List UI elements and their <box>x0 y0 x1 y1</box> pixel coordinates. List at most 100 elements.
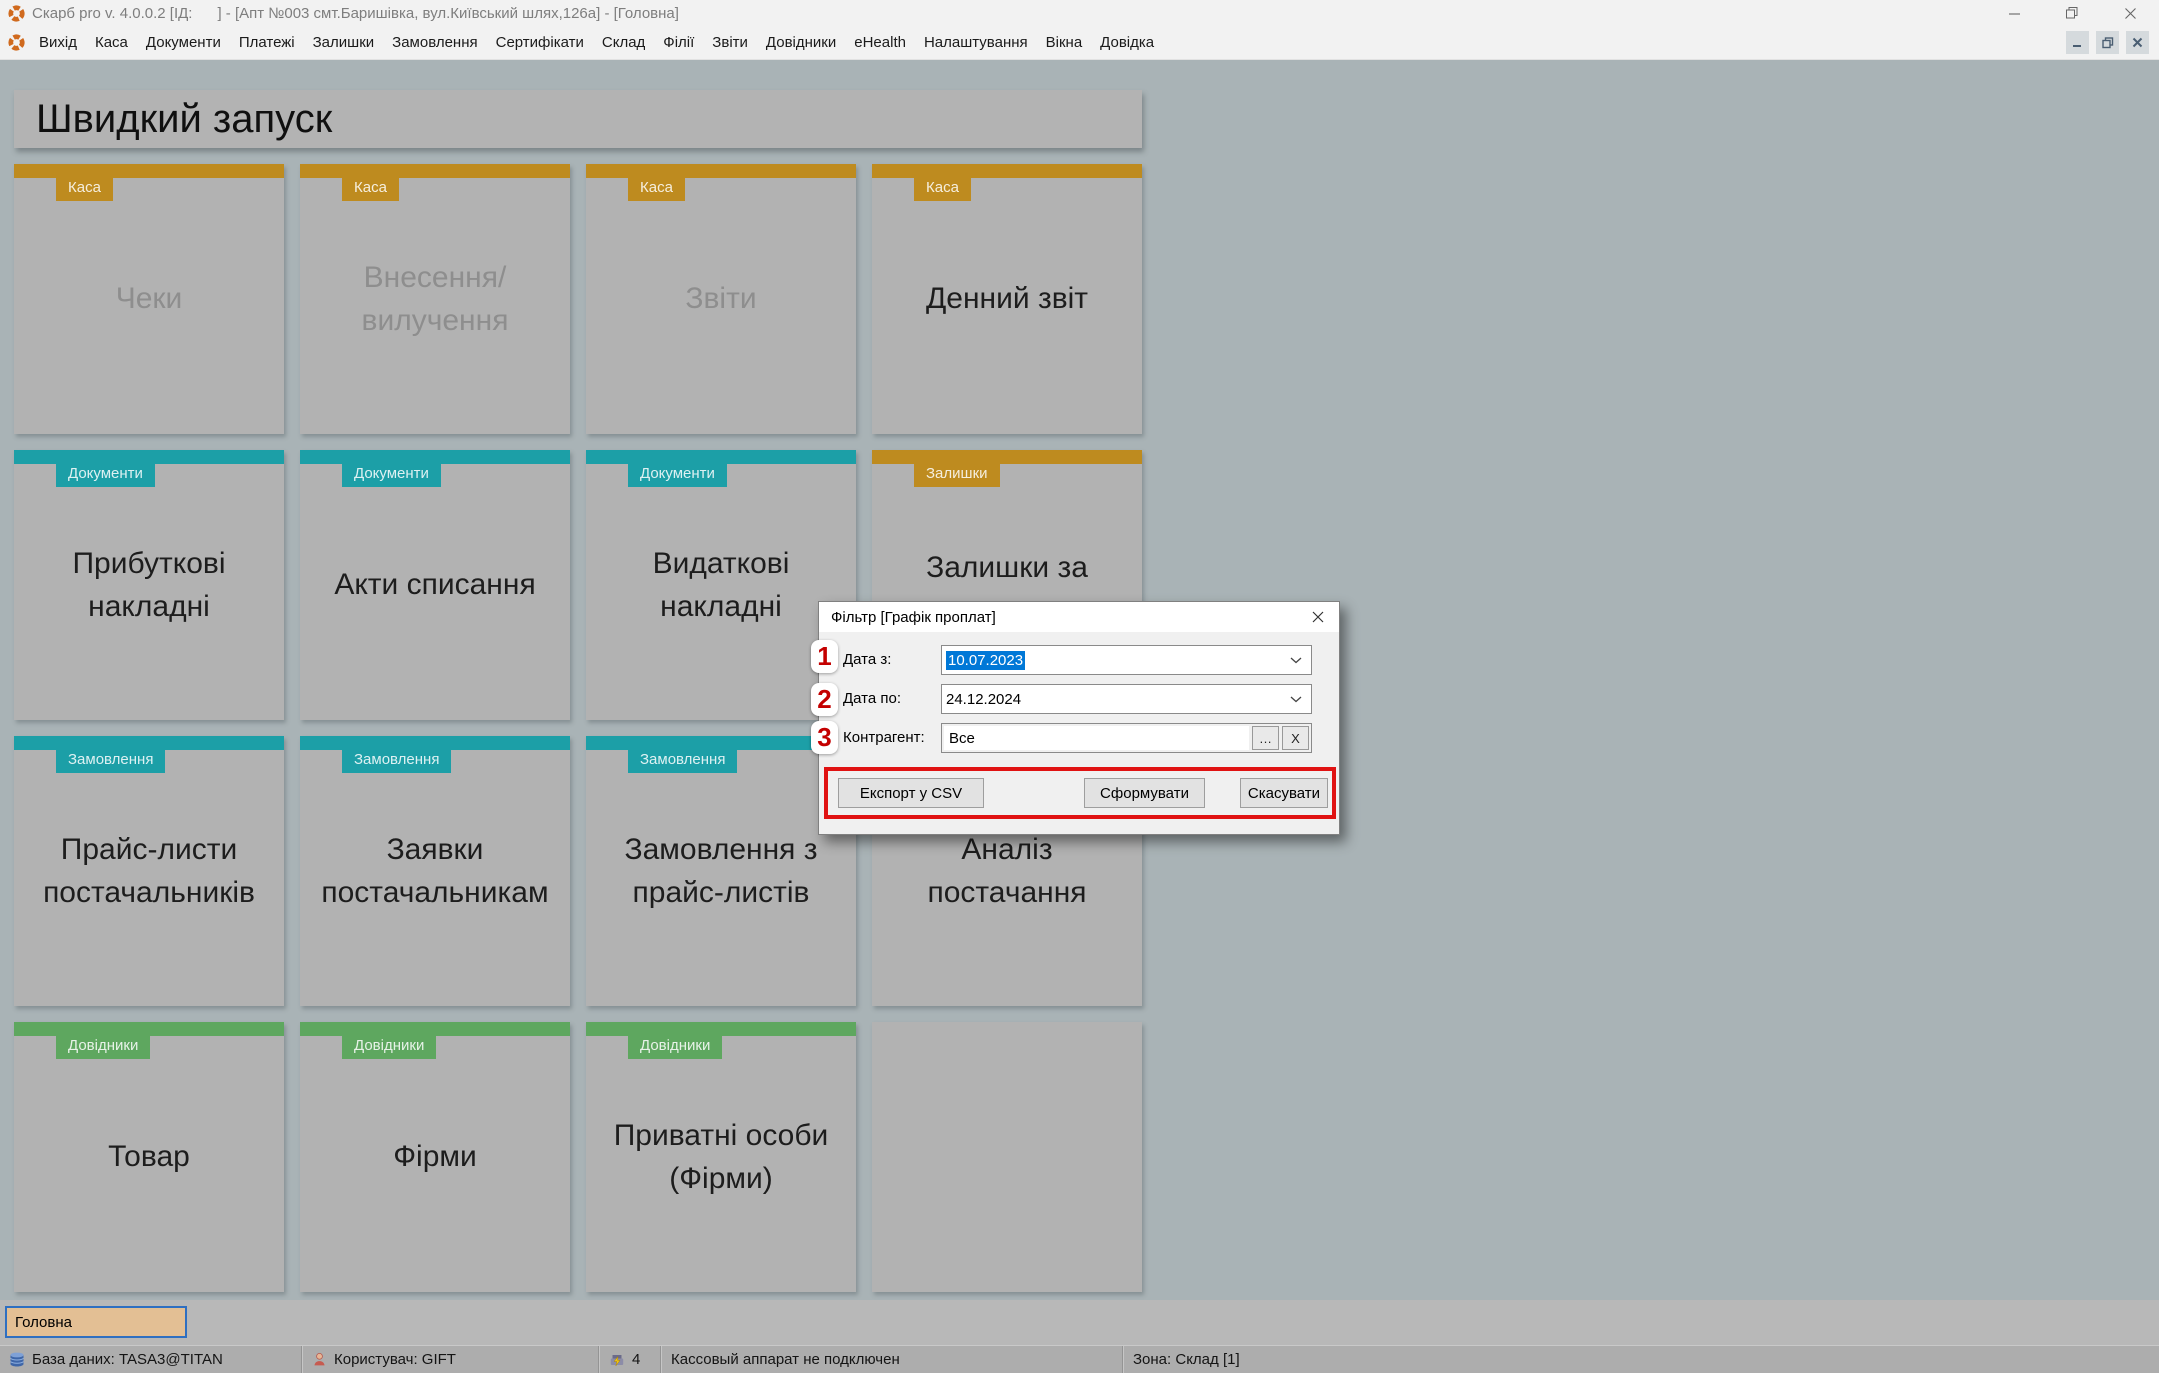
filter-dialog: Фільтр [Графік проплат] 1 2 3 Дата з: 10… <box>811 601 1340 835</box>
status-zone-section: Зона: Склад [1] <box>1124 1346 2159 1373</box>
counterparty-browse-button[interactable]: … <box>1252 726 1279 750</box>
menu-item-nalashtuvannia[interactable]: Налаштування <box>915 26 1037 59</box>
annotation-marker-1: 1 <box>811 640 838 673</box>
tile-pryvatni-osoby[interactable]: Довідники Приватні особи (Фірми) <box>586 1022 856 1292</box>
close-icon <box>2132 37 2143 48</box>
date-from-combobox[interactable]: 10.07.2023 <box>941 645 1312 675</box>
tile-vydatkovi-nakladni[interactable]: Документи Видаткові накладні <box>586 450 856 720</box>
tile-tovar[interactable]: Довідники Товар <box>14 1022 284 1292</box>
tile-label: Денний звіт <box>925 282 1089 316</box>
tile-label: Прайс-листи постачальників <box>43 832 255 910</box>
mdi-close-button[interactable] <box>2126 31 2149 54</box>
mdi-restore-button[interactable] <box>2096 31 2119 54</box>
tile-empty <box>872 1022 1142 1292</box>
window-titlebar: Скарб pro v. 4.0.0.2 [ІД: ] - [Апт №003 … <box>0 0 2159 26</box>
counterparty-field: Все … X <box>941 723 1312 753</box>
mdi-child-icon <box>8 34 25 51</box>
tab-strip: Головна <box>0 1300 2159 1345</box>
date-to-combobox[interactable]: 24.12.2024 <box>941 684 1312 714</box>
menu-item-dovidnyky[interactable]: Довідники <box>757 26 845 59</box>
minimize-icon <box>2008 12 2020 15</box>
tile-dennyi-zvit[interactable]: Каса Денний звіт <box>872 164 1142 434</box>
menu-item-dokumenty[interactable]: Документи <box>137 26 230 59</box>
tile-label: Приватні особи (Фірми) <box>613 1118 829 1196</box>
menu-item-sklad[interactable]: Склад <box>593 26 654 59</box>
tile-label: Чеки <box>115 282 183 316</box>
status-cash-register-section: Кассовый аппарат не подключен <box>662 1346 1122 1373</box>
window-minimize-button[interactable] <box>1985 0 2043 26</box>
tile-label: Заявки постачальникам <box>321 832 549 910</box>
menu-item-filii[interactable]: Філії <box>654 26 703 59</box>
page-title: Швидкий запуск <box>36 96 333 141</box>
window-title: Скарб pro v. 4.0.0.2 [ІД: ] - [Апт №003 … <box>32 4 679 22</box>
chevron-down-icon[interactable] <box>1290 696 1302 703</box>
menu-item-vikna[interactable]: Вікна <box>1037 26 1092 59</box>
counterparty-label: Контрагент: <box>843 729 925 746</box>
tile-label: Звіти <box>685 282 757 316</box>
tile-price-lysty-postachalnykiv[interactable]: Замовлення Прайс-листи постачальників <box>14 736 284 1006</box>
tile-label: Внесення/вилучення <box>361 260 509 338</box>
status-device-count-section: 4 <box>600 1346 660 1373</box>
menu-item-ehealth[interactable]: eHealth <box>845 26 915 59</box>
tile-zvity[interactable]: Каса Звіти <box>586 164 856 434</box>
tile-zamovlennia-z-price-lystiv[interactable]: Замовлення Замовлення з прайс-листів <box>586 736 856 1006</box>
date-to-label: Дата по: <box>843 690 902 707</box>
tile-label: Товар <box>108 1140 190 1174</box>
tile-label: Видаткові накладні <box>652 546 790 624</box>
date-to-value: 24.12.2024 <box>946 690 1022 708</box>
dialog-titlebar[interactable]: Фільтр [Графік проплат] <box>819 602 1339 632</box>
generate-button[interactable]: Сформувати <box>1084 778 1205 808</box>
dialog-title: Фільтр [Графік проплат] <box>831 608 996 626</box>
menu-item-zvity[interactable]: Звіти <box>703 26 757 59</box>
restore-icon <box>2101 36 2113 48</box>
window-restore-button[interactable] <box>2043 0 2101 26</box>
chevron-down-icon[interactable] <box>1290 657 1302 664</box>
status-cash-register-text: Кассовый аппарат не подключен <box>671 1351 900 1368</box>
dialog-close-button[interactable] <box>1307 606 1329 628</box>
status-device-count: 4 <box>632 1351 641 1368</box>
annotation-marker-3: 3 <box>811 721 838 754</box>
menu-item-vykhid[interactable]: Вихід <box>30 26 86 59</box>
cash-device-icon <box>610 1354 624 1366</box>
menu-item-platezhi[interactable]: Платежі <box>230 26 304 59</box>
menu-item-zamovlennia[interactable]: Замовлення <box>383 26 486 59</box>
tile-label: Акти списання <box>334 568 536 602</box>
tile-zaiavky-postachalnykam[interactable]: Замовлення Заявки постачальникам <box>300 736 570 1006</box>
tile-firmy[interactable]: Довідники Фірми <box>300 1022 570 1292</box>
close-icon <box>2124 7 2136 19</box>
export-csv-button[interactable]: Експорт у CSV <box>838 778 984 808</box>
menu-item-sertyfikaty[interactable]: Сертифікати <box>487 26 593 59</box>
tile-vnesennia-vyluchennia[interactable]: Каса Внесення/вилучення <box>300 164 570 434</box>
window-close-button[interactable] <box>2101 0 2159 26</box>
tile-akty-spysannia[interactable]: Документи Акти списання <box>300 450 570 720</box>
tile-cheky[interactable]: Каса Чеки <box>14 164 284 434</box>
database-icon <box>10 1352 24 1366</box>
mdi-minimize-button[interactable] <box>2066 31 2089 54</box>
tile-label: Замовлення з прайс-листів <box>624 832 818 910</box>
tile-label: Фірми <box>393 1140 477 1174</box>
date-from-value: 10.07.2023 <box>946 650 1026 670</box>
close-icon <box>1312 611 1324 623</box>
counterparty-input[interactable]: Все <box>944 726 1249 750</box>
app-logo-icon <box>8 4 25 22</box>
date-from-label: Дата з: <box>843 651 892 668</box>
quick-launch-header: Швидкий запуск <box>14 90 1142 148</box>
tile-label: Прибуткові накладні <box>72 546 226 624</box>
minimize-icon <box>2073 45 2081 47</box>
annotation-marker-2: 2 <box>811 683 838 716</box>
user-icon <box>314 1353 325 1366</box>
status-zone-text: Зона: Склад [1] <box>1133 1351 1240 1368</box>
status-user-section: Користувач: GIFT <box>303 1346 598 1373</box>
status-bar: База даних: TASA3@TITAN Користувач: GIFT… <box>0 1345 2159 1373</box>
cancel-button[interactable]: Скасувати <box>1240 778 1328 808</box>
menu-item-kasa[interactable]: Каса <box>86 26 137 59</box>
main-content: Швидкий запуск Каса Чеки Каса Внесення/в… <box>0 60 2159 1300</box>
menu-bar: Вихід Каса Документи Платежі Залишки Зам… <box>0 26 2159 60</box>
menu-item-zalyshky[interactable]: Залишки <box>304 26 384 59</box>
status-database-text: База даних: TASA3@TITAN <box>32 1351 223 1368</box>
menu-item-dovidka[interactable]: Довідка <box>1091 26 1163 59</box>
status-database-section: База даних: TASA3@TITAN <box>0 1346 301 1373</box>
tile-prybutkovi-nakladni[interactable]: Документи Прибуткові накладні <box>14 450 284 720</box>
counterparty-clear-button[interactable]: X <box>1282 726 1309 750</box>
tab-holovna[interactable]: Головна <box>5 1306 187 1338</box>
